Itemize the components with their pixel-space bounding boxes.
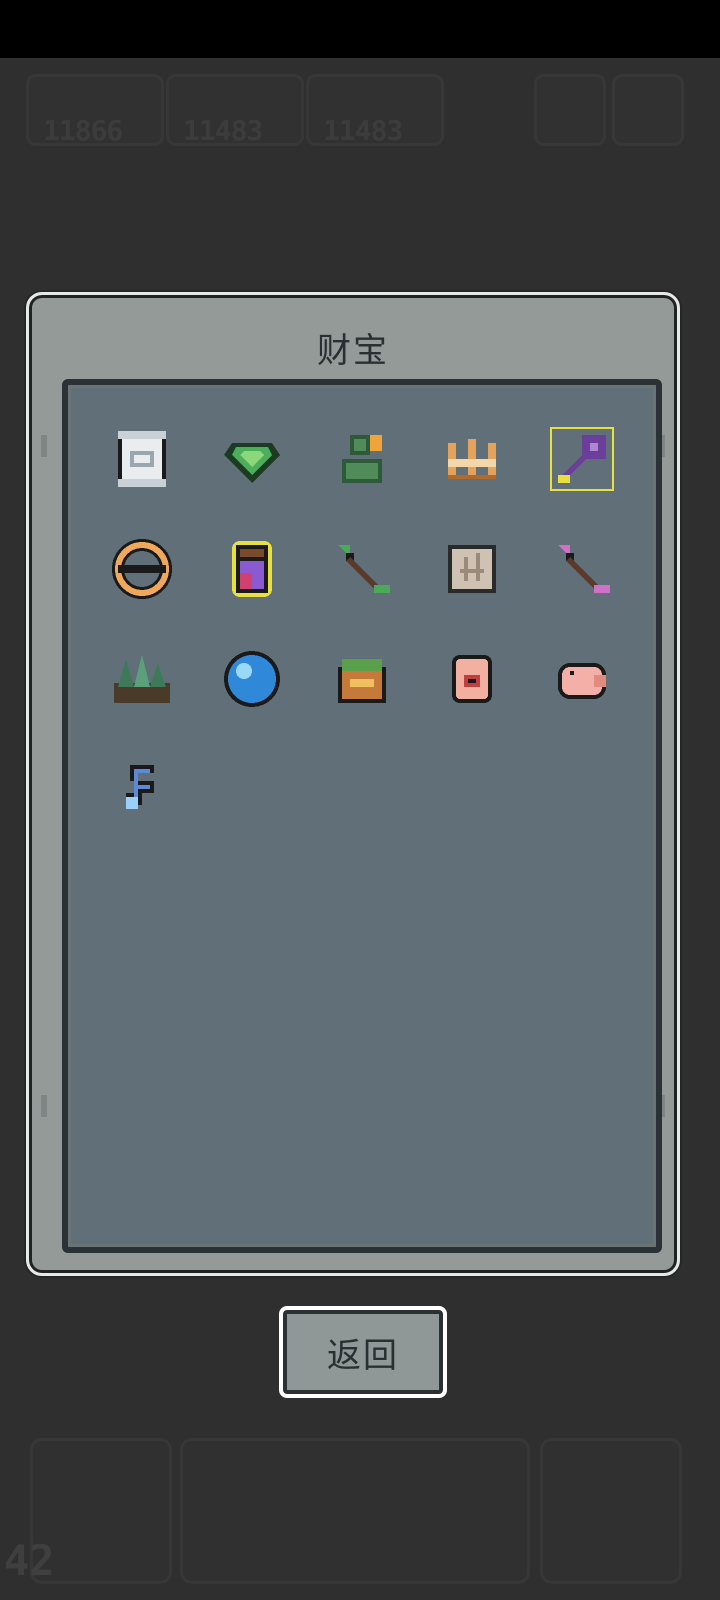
old-map-icon xyxy=(448,545,496,593)
treasure-item[interactable] xyxy=(432,639,512,719)
bottom-card-right xyxy=(540,1438,682,1584)
back-button[interactable]: 返回 xyxy=(279,1306,447,1398)
treasure-item[interactable] xyxy=(102,749,182,829)
treasure-grid xyxy=(62,379,662,1253)
pink-arrow-icon xyxy=(558,545,610,593)
treasure-item[interactable] xyxy=(432,419,512,499)
treasure-item[interactable] xyxy=(542,529,622,609)
treasure-item[interactable] xyxy=(432,529,512,609)
hero-card-3: 11483 xyxy=(306,74,444,147)
piggy-bank-icon xyxy=(558,663,606,699)
hud-button-right xyxy=(612,74,684,146)
level-number: 42 xyxy=(4,1536,55,1585)
hero-card-1: 11866 xyxy=(26,74,164,147)
treasure-item[interactable] xyxy=(212,419,292,499)
potion-jar-icon xyxy=(232,541,272,597)
treasure-chest-icon xyxy=(338,659,386,703)
hero-count-1: 11866 xyxy=(43,114,123,147)
eye-hand-icon xyxy=(452,655,492,703)
treasure-item[interactable] xyxy=(322,529,402,609)
green-bust-icon xyxy=(342,435,382,483)
treasure-item[interactable] xyxy=(212,639,292,719)
rail-decoration xyxy=(41,1095,47,1117)
rail-decoration xyxy=(41,435,47,457)
treasure-item[interactable] xyxy=(102,419,182,499)
blue-orb-icon xyxy=(224,651,280,707)
green-arrow-icon xyxy=(338,545,390,593)
spiky-rock-icon xyxy=(114,655,170,703)
golden-crown-icon xyxy=(448,439,496,479)
treasure-item[interactable] xyxy=(542,419,622,499)
hero-count-2: 11483 xyxy=(183,114,263,147)
dialog-title: 财宝 xyxy=(317,331,389,371)
ring-compass-icon xyxy=(112,539,172,599)
green-gem-icon xyxy=(224,443,280,483)
treasure-item[interactable] xyxy=(322,419,402,499)
bottom-card-center xyxy=(180,1438,530,1584)
treasure-item[interactable] xyxy=(212,529,292,609)
treasure-item[interactable] xyxy=(102,639,182,719)
treasure-dialog: 财宝 xyxy=(26,292,680,1276)
hero-count-3: 11483 xyxy=(323,114,403,147)
hero-card-2: 11483 xyxy=(166,74,304,147)
purple-key-icon xyxy=(550,427,614,491)
treasure-item[interactable] xyxy=(322,639,402,719)
treasure-item[interactable] xyxy=(542,639,622,719)
blue-wisp-icon xyxy=(126,765,154,809)
hud-button-left xyxy=(534,74,606,146)
treasure-item[interactable] xyxy=(102,529,182,609)
scroll-icon xyxy=(118,431,166,487)
